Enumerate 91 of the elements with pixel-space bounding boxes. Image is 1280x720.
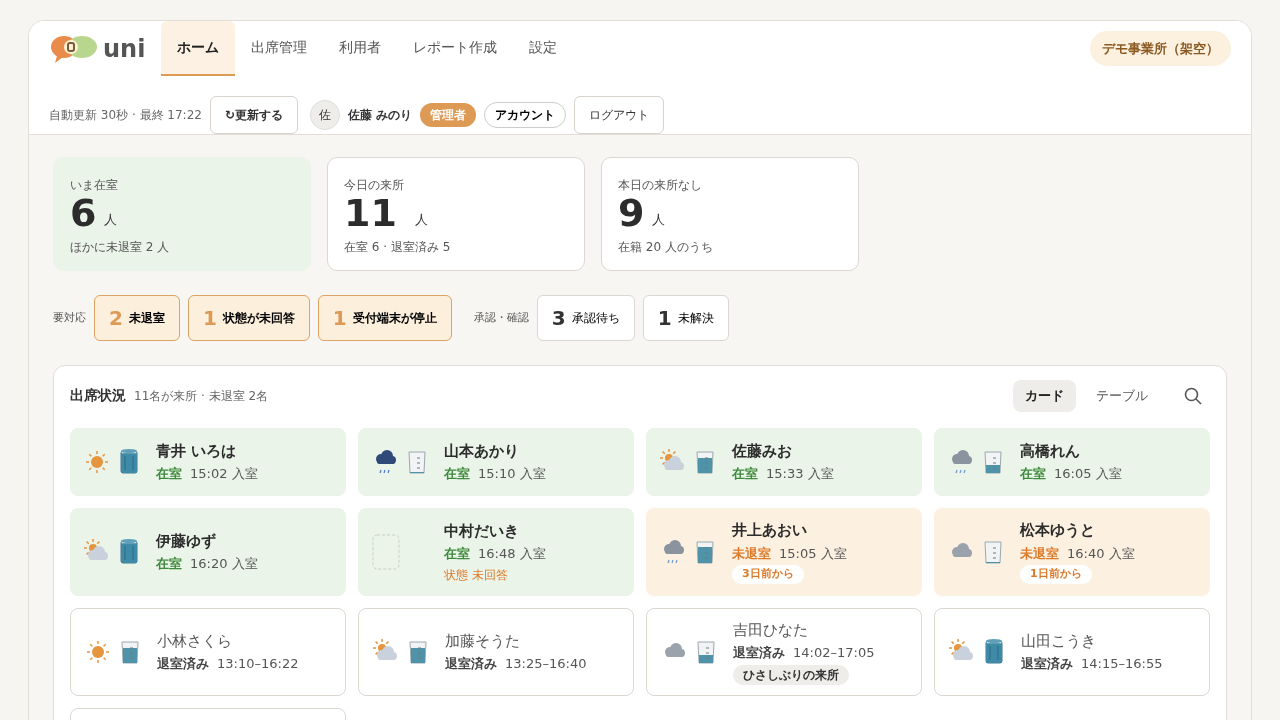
approval-chip[interactable]: 3 承認待ち: [536, 295, 635, 341]
view-toggle[interactable]: カード: [1013, 380, 1076, 412]
status-label: 未退室: [1020, 544, 1059, 563]
alert-chip[interactable]: 1 受付端末が停止: [317, 295, 452, 341]
stat-unit: 人: [652, 211, 666, 230]
attendance-card[interactable]: 松本ゆうと 未退室 16:40 入室 1日前から: [934, 507, 1210, 596]
stat-value: 9: [618, 194, 645, 234]
attendance-card[interactable]: 吉田ひなた 退室済み 14:02–17:05 ひさしぶりの来所: [646, 607, 922, 696]
time-text: 13:25–16:40: [505, 655, 587, 673]
stat-value: 11: [344, 194, 397, 234]
time-text: 14:02–17:05: [793, 644, 875, 662]
time-text: 16:05 入室: [1054, 465, 1122, 483]
person-name: 青井 いろは: [156, 440, 238, 462]
view-toggle[interactable]: テーブル: [1084, 380, 1160, 412]
status-label: 在室: [1020, 465, 1046, 483]
status-label: 退室済み: [1021, 655, 1073, 673]
refresh-button[interactable]: ↻更新する: [209, 96, 298, 134]
nav-tab[interactable]: 出席管理: [235, 21, 324, 76]
attendance-card[interactable]: 山本あかり 在室 15:10 入室: [358, 427, 634, 496]
section-label: 要対応: [53, 309, 86, 326]
time-text: 14:15–16:55: [1081, 655, 1163, 673]
person-name: 小林さくら: [157, 630, 233, 652]
status-note: 状態 未回答: [444, 566, 509, 584]
time-text: 15:05 入室: [779, 544, 847, 563]
attendance-card[interactable]: 中村だいき 在室 16:48 入室 状態 未回答: [358, 507, 634, 596]
person-name: 加藤そうた: [445, 630, 521, 652]
attendance-card[interactable]: 高橋れん 在室 16:05 入室: [934, 427, 1210, 496]
approval-chip[interactable]: 1 未解決: [642, 295, 729, 341]
nav-tab[interactable]: レポート作成: [397, 21, 514, 76]
status-label: 在室: [156, 555, 182, 573]
person-name: 中村だいき: [444, 520, 520, 542]
nav-tab[interactable]: 利用者: [323, 21, 398, 76]
panel-summary: 11名が来所 · 未退室 2名: [134, 387, 269, 405]
person-name: 井上あおい: [732, 520, 808, 542]
time-text: 16:48 入室: [478, 545, 546, 563]
attendance-card[interactable]: 加藤そうた 退室済み 13:25–16:40: [358, 607, 634, 696]
status-label: 未退室: [732, 544, 771, 563]
stat-subtext: 在室 6 · 退室済み 5: [344, 238, 452, 256]
stat-subtext: ほかに未退室 2 人: [70, 238, 171, 256]
stat-label: 今日の来所: [344, 177, 405, 194]
person-name: 山田こうき: [1021, 630, 1097, 652]
time-text: 13:10–16:22: [217, 655, 299, 673]
status-label: 在室: [732, 465, 758, 483]
person-name: 佐藤みお: [732, 440, 793, 462]
attendance-card[interactable]: 山田こうき 退室済み 14:15–16:55: [934, 607, 1210, 696]
status-label: 退室済み: [445, 655, 497, 673]
role-badge: 管理者: [420, 103, 477, 127]
time-text: 16:40 入室: [1067, 544, 1135, 563]
status-label: 在室: [156, 465, 182, 483]
account-button[interactable]: アカウント: [484, 102, 567, 128]
attendance-card[interactable]: 青井 いろは 在室 15:02 入室: [70, 427, 346, 496]
status-label: 退室済み: [733, 644, 785, 662]
nav-tab[interactable]: 設定: [513, 21, 574, 76]
stat-label: いま在室: [70, 177, 119, 194]
alert-chip[interactable]: 1 状態が未回答: [187, 295, 310, 341]
person-name: 吉田ひなた: [733, 619, 809, 641]
time-text: 16:20 入室: [190, 555, 258, 573]
time-text: 15:10 入室: [478, 465, 546, 483]
search-icon[interactable]: [1184, 386, 1202, 405]
stat-unit: 人: [104, 211, 118, 230]
stat-unit: 人: [414, 211, 428, 230]
note-tag: ひさしぶりの来所: [733, 664, 849, 685]
duration-badge: 1日前から: [1020, 565, 1092, 584]
time-text: 15:02 入室: [190, 465, 258, 483]
stat-value: 6: [70, 194, 97, 234]
status-label: 退室済み: [157, 655, 209, 673]
person-name: 山本あかり: [444, 440, 520, 462]
office-name[interactable]: デモ事業所（架空）: [1090, 30, 1231, 67]
nav-tab[interactable]: ホーム: [161, 21, 236, 76]
logout-button[interactable]: ログアウト: [574, 96, 665, 134]
stat-subtext: 在籍 20 人のうち: [618, 238, 714, 256]
person-name: 高橋れん: [1020, 440, 1081, 462]
user-name: 佐藤 みのり: [348, 107, 413, 124]
attendance-card[interactable]: 伊藤ゆず 在室 16:20 入室: [70, 507, 346, 596]
person-name: 伊藤ゆず: [156, 530, 217, 552]
time-text: 15:33 入室: [766, 465, 834, 483]
attendance-card[interactable]: 小林さくら 退室済み 13:10–16:22: [70, 607, 346, 696]
status-label: 在室: [444, 545, 470, 563]
section-label: 承認・確認: [473, 309, 529, 326]
status-label: 在室: [444, 465, 470, 483]
stat-label: 本日の来所なし: [618, 177, 703, 194]
alert-chip[interactable]: 2 未退室: [94, 295, 180, 341]
attendance-card[interactable]: 佐藤みお 在室 15:33 入室: [646, 427, 922, 496]
duration-badge: 3日前から: [732, 565, 804, 584]
user-avatar: 佐: [310, 100, 340, 130]
attendance-card[interactable]: 井上あおい 未退室 15:05 入室 3日前から: [646, 507, 922, 596]
auto-refresh-text: 自動更新 30秒 · 最終 17:22: [49, 107, 202, 124]
person-name: 松本ゆうと: [1020, 520, 1096, 542]
panel-title: 出席状況: [70, 386, 126, 406]
brand-name: uni: [103, 33, 146, 65]
logo-icon: [49, 33, 99, 64]
